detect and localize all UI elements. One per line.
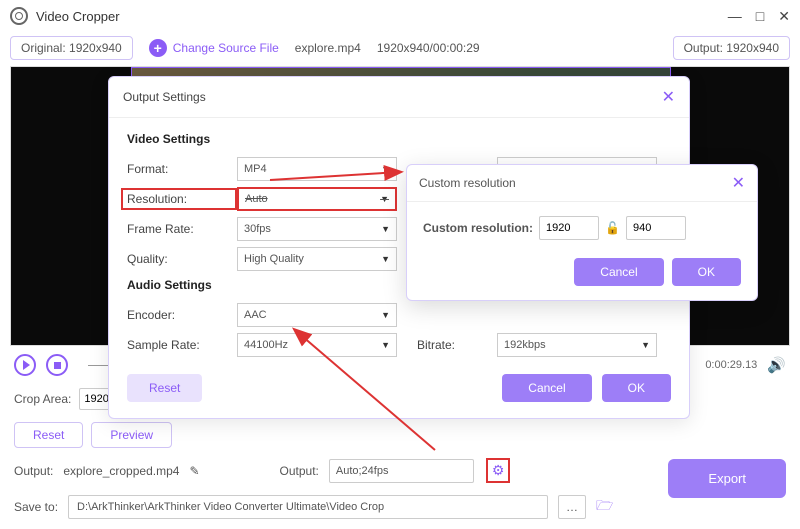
output-format-label: Output:: [280, 464, 319, 478]
sample-rate-label: Sample Rate:: [127, 338, 237, 352]
output-format-value: Auto;24fps: [336, 465, 389, 477]
dialog-reset-button[interactable]: Reset: [127, 374, 202, 402]
edit-filename-icon[interactable]: ✎: [189, 464, 199, 478]
dialog-close-icon[interactable]: ✕: [662, 87, 675, 107]
volume-icon[interactable]: 🔊: [767, 356, 786, 374]
preview-button[interactable]: Preview: [91, 422, 172, 448]
chevron-down-icon: ▼: [380, 194, 389, 204]
filename-label: explore.mp4: [295, 41, 361, 55]
maximize-icon[interactable]: □: [756, 8, 764, 25]
custom-resolution-label: Custom resolution:: [423, 221, 533, 235]
save-path-input[interactable]: D:\ArkThinker\ArkThinker Video Converter…: [68, 495, 548, 519]
time-total-label: 0:00:29.13: [705, 359, 757, 371]
change-source-button[interactable]: + Change Source File: [149, 39, 279, 57]
chevron-down-icon: ▼: [381, 310, 390, 320]
open-folder-icon[interactable]: 🗁: [596, 495, 613, 519]
output-format-select[interactable]: Auto;24fps: [329, 459, 474, 483]
settings-gear-icon[interactable]: ⚙: [492, 462, 505, 478]
bitrate-select[interactable]: 192kbps▼: [497, 333, 657, 357]
browse-button[interactable]: …: [558, 495, 586, 519]
output-label: Output:: [14, 464, 53, 478]
title-bar: Video Cropper — □ ✕: [0, 0, 800, 32]
chevron-down-icon: ▼: [381, 224, 390, 234]
video-settings-heading: Video Settings: [127, 132, 671, 146]
reset-button[interactable]: Reset: [14, 422, 83, 448]
quality-select[interactable]: High Quality▼: [237, 247, 397, 271]
sample-rate-select[interactable]: 44100Hz▼: [237, 333, 397, 357]
quality-label: Quality:: [127, 252, 237, 266]
chevron-down-icon: ▼: [381, 164, 390, 174]
play-button[interactable]: [14, 354, 36, 376]
custom-resolution-dialog: Custom resolution ✕ Custom resolution: 🔓…: [406, 164, 758, 301]
save-to-label: Save to:: [14, 500, 58, 514]
resolution-label: Resolution:: [121, 188, 237, 210]
dialog-ok-button[interactable]: OK: [602, 374, 671, 402]
close-icon[interactable]: ✕: [778, 8, 790, 25]
output-filename: explore_cropped.mp4: [63, 464, 179, 478]
audio-encoder-select[interactable]: AAC▼: [237, 303, 397, 327]
audio-encoder-label: Encoder:: [127, 308, 237, 322]
bitrate-label: Bitrate:: [417, 338, 497, 352]
resolution-select[interactable]: Auto▼: [237, 187, 397, 211]
format-select[interactable]: MP4▼: [237, 157, 397, 181]
chevron-down-icon: ▼: [641, 340, 650, 350]
custom-res-cancel-button[interactable]: Cancel: [574, 258, 663, 286]
framerate-select[interactable]: 30fps▼: [237, 217, 397, 241]
stop-button[interactable]: [46, 354, 68, 376]
custom-height-input[interactable]: [626, 216, 686, 240]
framerate-label: Frame Rate:: [127, 222, 237, 236]
plus-icon: +: [149, 39, 167, 57]
custom-res-ok-button[interactable]: OK: [672, 258, 741, 286]
minimize-icon[interactable]: —: [728, 8, 742, 25]
custom-width-input[interactable]: [539, 216, 599, 240]
custom-res-close-icon[interactable]: ✕: [732, 173, 745, 193]
info-bar: Original: 1920x940 + Change Source File …: [0, 32, 800, 66]
chevron-down-icon: ▼: [381, 340, 390, 350]
format-label: Format:: [127, 162, 237, 176]
export-button[interactable]: Export: [668, 459, 786, 498]
dialog-cancel-button[interactable]: Cancel: [502, 374, 591, 402]
chevron-down-icon: ▼: [381, 254, 390, 264]
app-title: Video Cropper: [36, 9, 120, 24]
unlock-icon[interactable]: 🔓: [605, 221, 620, 235]
original-size-chip: Original: 1920x940: [10, 36, 133, 60]
resolution-time-label: 1920x940/00:00:29: [377, 41, 480, 55]
crop-area-label: Crop Area:: [14, 392, 71, 406]
change-source-label: Change Source File: [173, 41, 279, 55]
output-size-chip: Output: 1920x940: [673, 36, 790, 60]
save-path-value: D:\ArkThinker\ArkThinker Video Converter…: [77, 501, 384, 513]
dialog-title: Output Settings: [123, 90, 206, 104]
app-icon: [10, 7, 28, 25]
custom-resolution-title: Custom resolution: [419, 176, 516, 190]
